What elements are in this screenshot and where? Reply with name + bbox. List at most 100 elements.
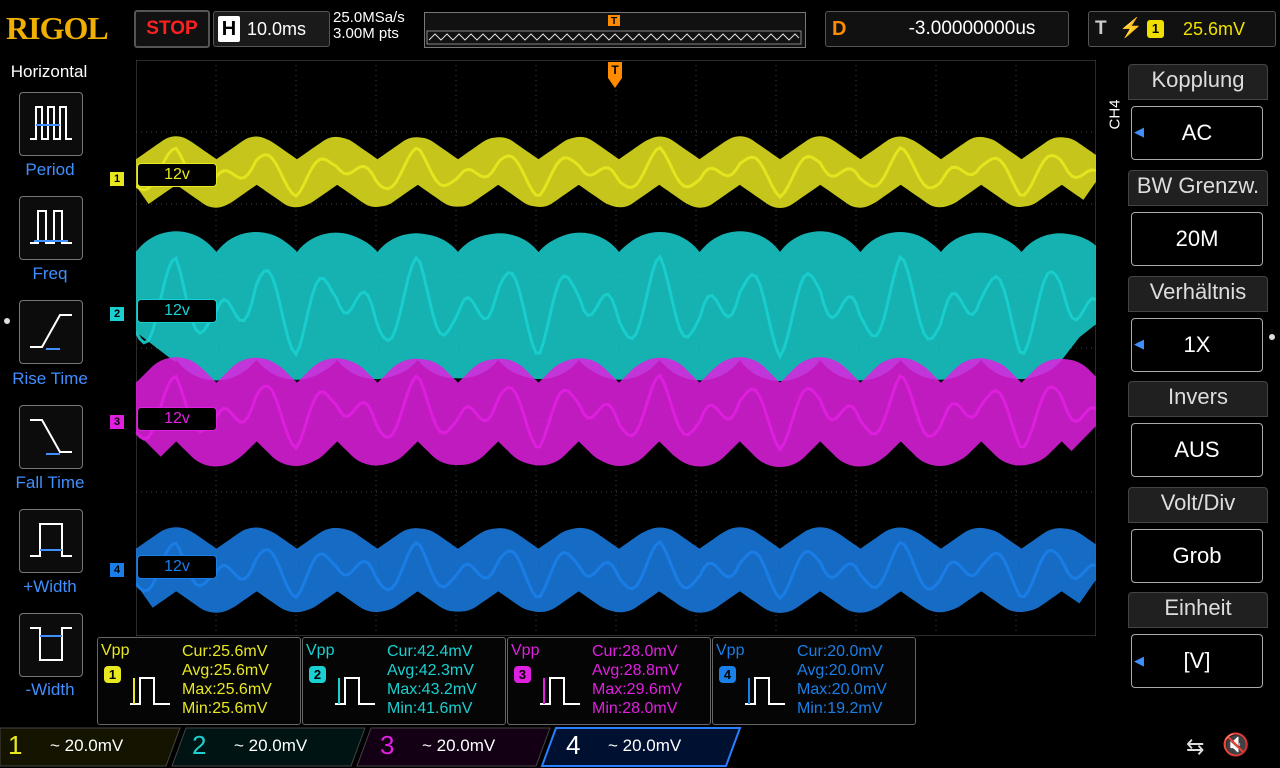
measurement-cur: Cur:25.6mV: [182, 643, 268, 660]
memory-overview: T: [424, 12, 806, 48]
fall-time-icon: [30, 419, 72, 455]
vpp-pulse-icon: [335, 677, 375, 705]
negative-width-label: -Width: [25, 680, 75, 699]
trigger-settings[interactable]: T ⚡ 1 25.6mV: [1088, 11, 1276, 47]
measurement-avg: Avg:28.8mV: [592, 662, 679, 679]
ch1-offset-label: 12v: [137, 163, 217, 187]
timebase-value: 10.0ms: [247, 19, 307, 39]
unit-button[interactable]: [V]: [1131, 634, 1263, 688]
positive-width-icon: [30, 523, 72, 557]
measurement-min: Min:41.6mV: [387, 700, 473, 717]
trigger-level: 25.6mV: [1183, 19, 1246, 39]
sample-rate: 25.0MSa/s: [333, 9, 405, 26]
frequency-icon: [30, 210, 72, 244]
ch4-offset-label: 12v: [137, 555, 217, 579]
measurement-type: Vpp: [716, 642, 745, 659]
delay-value: -3.00000000us: [908, 18, 1036, 39]
waveform-grid: T: [136, 60, 1096, 636]
measurement-avg: Avg:20.0mV: [797, 662, 884, 679]
trigger-label: T: [1095, 18, 1107, 39]
horizontal-label: H: [218, 16, 240, 42]
measurement-ch1-vpp[interactable]: Vpp 1 Cur:25.6mV Avg:25.6mV Max:25.6mV M…: [97, 637, 301, 725]
fall-time-label: Fall Time: [15, 473, 85, 492]
vpp-pulse-icon: [540, 677, 580, 705]
ch2-offset-label: 12v: [137, 299, 217, 323]
memory-trigger-marker-icon: T: [608, 15, 620, 27]
ch3-number: 3: [380, 730, 395, 760]
measurement-avg: Avg:42.3mV: [387, 662, 474, 679]
bandwidth-limit-button[interactable]: 20M: [1131, 212, 1263, 266]
volt-div-button[interactable]: Grob: [1131, 529, 1263, 583]
bandwidth-limit-title: BW Grenzw.: [1128, 170, 1268, 206]
measurement-channel-badge: 2: [309, 666, 326, 683]
coupling-button[interactable]: AC: [1131, 106, 1263, 160]
ch3-offset-label: 12v: [137, 407, 217, 431]
left-arrow-icon: ◀: [1134, 653, 1144, 668]
negative-width-icon: [30, 627, 72, 661]
coupling-title: Kopplung: [1128, 64, 1268, 100]
period-label: Period: [25, 160, 75, 179]
trigger-source-badge: 1: [1147, 20, 1164, 38]
ch3-offset-marker[interactable]: 3: [110, 415, 124, 429]
svg-text:T: T: [611, 16, 617, 27]
measurement-max: Max:25.6mV: [182, 681, 272, 698]
left-menu-title: Horizontal: [10, 62, 88, 81]
vpp-pulse-icon: [745, 677, 785, 705]
ch1-scale: ~ 20.0mV: [50, 736, 124, 755]
probe-ratio-button[interactable]: 1X: [1131, 318, 1263, 372]
measurement-min: Min:19.2mV: [797, 700, 883, 717]
measurement-max: Max:20.0mV: [797, 681, 887, 698]
ch2-offset-marker[interactable]: 2: [110, 307, 124, 321]
invert-title: Invers: [1128, 381, 1268, 417]
page-indicator-dot: [4, 318, 10, 324]
ch4-scale: ~ 20.0mV: [608, 736, 682, 755]
measurement-ch2-vpp[interactable]: Vpp 2 Cur:42.4mV Avg:42.3mV Max:43.2mV M…: [302, 637, 506, 725]
measurement-type: Vpp: [101, 642, 130, 659]
measurement-channel-badge: 4: [719, 666, 736, 683]
horizontal-delay[interactable]: D -3.00000000us: [825, 11, 1069, 47]
ch3-scale: ~ 20.0mV: [422, 736, 496, 755]
period-button[interactable]: [19, 92, 83, 156]
channel-tag: CH4: [1106, 99, 1124, 130]
volt-div-title: Volt/Div: [1128, 487, 1268, 523]
measurement-cur: Cur:20.0mV: [797, 643, 883, 660]
ch4-offset-marker[interactable]: 4: [110, 563, 124, 577]
probe-ratio-title: Verhältnis: [1128, 276, 1268, 312]
measurement-type: Vpp: [511, 642, 540, 659]
measurement-ch3-vpp[interactable]: Vpp 3 Cur:28.0mV Avg:28.8mV Max:29.6mV M…: [507, 637, 711, 725]
svg-text:T: T: [611, 63, 619, 77]
measurement-type: Vpp: [306, 642, 335, 659]
measurement-min: Min:25.6mV: [182, 700, 268, 717]
measurement-cur: Cur:28.0mV: [592, 643, 678, 660]
run-stop-button[interactable]: STOP: [134, 10, 210, 48]
memory-depth: 3.00M pts: [333, 25, 399, 42]
period-icon: [30, 106, 72, 140]
usb-icon: ⇆: [1186, 734, 1205, 759]
positive-width-button[interactable]: [19, 509, 83, 573]
frequency-button[interactable]: [19, 196, 83, 260]
memory-waveform-preview: T: [426, 15, 802, 45]
horizontal-timebase[interactable]: H 10.0ms: [213, 11, 330, 47]
ch1-number: 1: [8, 730, 23, 760]
measurement-ch4-vpp[interactable]: Vpp 4 Cur:20.0mV Avg:20.0mV Max:20.0mV M…: [712, 637, 916, 725]
unit-title: Einheit: [1128, 592, 1268, 628]
rising-edge-icon: ⚡: [1119, 18, 1143, 39]
fall-time-button[interactable]: [19, 405, 83, 469]
measurement-avg: Avg:25.6mV: [182, 662, 269, 679]
rise-time-icon: [30, 314, 72, 350]
ch2-number: 2: [192, 730, 207, 760]
ch1-offset-marker[interactable]: 1: [110, 172, 124, 186]
frequency-label: Freq: [32, 264, 68, 283]
measurement-channel-badge: 1: [104, 666, 121, 683]
ch2-scale: ~ 20.0mV: [234, 736, 308, 755]
invert-button[interactable]: AUS: [1131, 423, 1263, 477]
negative-width-button[interactable]: [19, 613, 83, 677]
page-indicator-dot: [1269, 334, 1275, 340]
rigol-logo: RIGOL: [6, 10, 109, 46]
rise-time-button[interactable]: [19, 300, 83, 364]
ch4-number: 4: [566, 730, 581, 760]
left-arrow-icon: ◀: [1134, 336, 1144, 351]
measurement-max: Max:43.2mV: [387, 681, 477, 698]
positive-width-label: +Width: [23, 577, 77, 596]
measurement-max: Max:29.6mV: [592, 681, 682, 698]
